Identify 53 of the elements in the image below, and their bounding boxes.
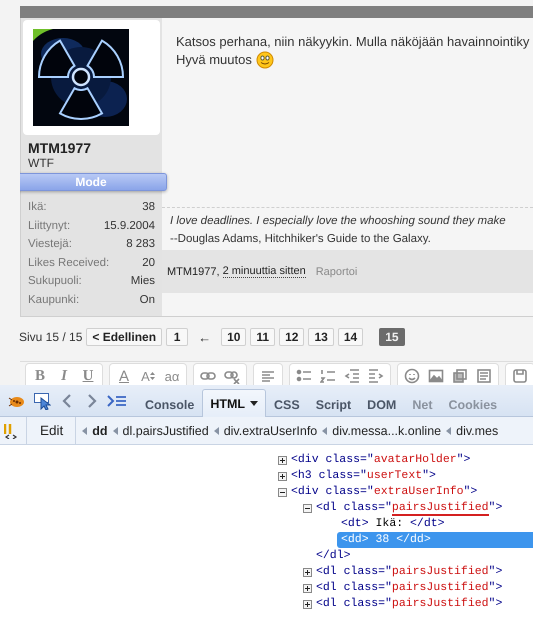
page-count: Sivu 15 / 15 <box>19 330 82 344</box>
page-button[interactable]: 12 <box>279 328 304 346</box>
edit-button[interactable]: Edit <box>27 417 76 444</box>
page-button[interactable]: 1 <box>166 328 188 346</box>
stat-value: 38 <box>142 200 155 215</box>
markup-line[interactable]: <dl class="pairsJustified"> <box>312 596 506 612</box>
breadcrumb-item[interactable]: div.mes <box>456 424 498 438</box>
previous-page-button[interactable]: < Edellinen <box>86 328 162 346</box>
breadcrumb-item[interactable]: dl.pairsJustified <box>122 424 209 438</box>
stat-label: Kaupunki: <box>28 292 80 308</box>
stat-value: 20 <box>142 256 155 270</box>
page-gap-arrow: ← <box>197 330 212 344</box>
page-button[interactable]: 13 <box>308 328 334 346</box>
stat-label: Likes Received: <box>28 256 110 270</box>
closing-tag-text: </dl> <box>315 548 352 564</box>
breadcrumb-item[interactable]: div.extraUserInfo <box>224 424 318 438</box>
stat-value: 8 283 <box>126 237 155 252</box>
markup-line[interactable]: <h3 class="userText"> <box>287 468 440 484</box>
stat-value: On <box>140 292 155 308</box>
signature-text: --Douglas Adams, Hitchhiker's Guide to the Galaxy. <box>170 232 431 247</box>
post-time-link[interactable]: 2 minuuttia sitten <box>222 265 306 278</box>
page-button[interactable]: 15 <box>379 328 405 346</box>
page-button[interactable]: 11 <box>250 328 276 346</box>
user-title: WTF <box>27 156 55 170</box>
role-badge: Mode <box>20 173 167 191</box>
markup-line[interactable]: <dl class="pairsJustified"> <box>312 564 506 580</box>
markup-line[interactable]: <dl class="pairsJustified"> <box>312 500 506 516</box>
page-button[interactable]: 10 <box>221 328 246 346</box>
panel-tab[interactable]: CSS <box>266 391 308 417</box>
markup-line[interactable]: <div class="avatarHolder"> <box>287 452 474 468</box>
panel-tab[interactable]: HTML <box>202 389 266 417</box>
panel-tab[interactable]: Script <box>308 391 360 417</box>
stat-value: Mies <box>130 274 155 289</box>
breadcrumb-item[interactable]: dd <box>92 424 108 438</box>
panel-tab[interactable]: DOM <box>359 391 404 417</box>
post-author: MTM1977, <box>167 266 220 278</box>
panel-tab: Cookies <box>440 391 506 417</box>
stat-value: 15.9.2004 <box>104 218 155 234</box>
username: MTM1977 <box>27 139 92 156</box>
markup-line[interactable]: <dt> Ikä: </dt> <box>337 516 449 532</box>
signature-text: I love deadlines. I especially love the whooshing sound they make <box>170 214 506 229</box>
message-text: Hyvä muutos <box>176 51 252 69</box>
stat-label: Ikä: <box>28 200 47 215</box>
markup-line[interactable]: <dl class="pairsJustified"> <box>312 580 506 596</box>
stat-label: Sukupuoli: <box>28 274 82 289</box>
page-button[interactable]: 14 <box>338 328 364 346</box>
message-text: Katsos perhana, niin näkyykin. Mulla näköjään havainnointiky <box>176 33 530 51</box>
panel-tab[interactable]: Console <box>137 391 202 417</box>
breadcrumb-item[interactable]: div.messa...k.online <box>332 424 442 438</box>
stat-label: Liittynyt: <box>28 218 70 234</box>
panel-tab: Net <box>404 391 440 417</box>
markup-line[interactable]: <div class="extraUserInfo"> <box>287 484 482 500</box>
stat-label: Viestejä: <box>28 237 72 252</box>
